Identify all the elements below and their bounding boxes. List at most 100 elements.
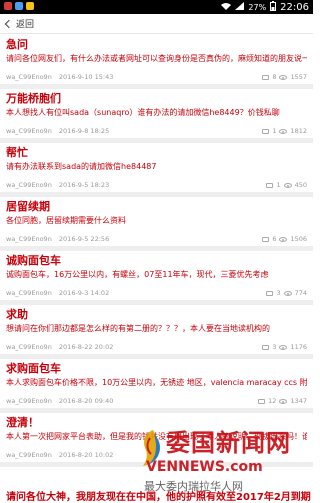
post-list: 急问 请问各位网友们，有什么办法或者网址可以查询身份是否真伪的，麻烦知道的朋友说… bbox=[0, 35, 313, 467]
system-icons: 27% 22:06 bbox=[221, 1, 309, 14]
post-time: 2016-9-5 22:56 bbox=[58, 235, 110, 243]
view-count: 1176 bbox=[290, 343, 307, 351]
comment-count: 1 bbox=[276, 181, 281, 189]
post-item[interactable]: 诚购面包车 诚购面包车，16万公里以内，有螺丝，07至11年车，现代，三菱优先考… bbox=[0, 251, 313, 305]
post-title: 急问 bbox=[6, 38, 28, 51]
post-time: 2016-9-5 18:23 bbox=[58, 181, 110, 189]
comment-count: 8 bbox=[272, 73, 277, 81]
post-author: wa_C99Eno9n bbox=[6, 451, 52, 459]
comment-icon bbox=[266, 291, 274, 296]
battery-icon bbox=[270, 1, 277, 14]
post-author: wa_C99Eno9n bbox=[6, 235, 52, 243]
post-item[interactable]: 帮忙 请有办法联系到sada的请加微信he84487 wa_C99Eno9n 2… bbox=[0, 143, 313, 197]
post-stats: 3 774 bbox=[266, 289, 307, 298]
post-meta: wa_C99Eno9n 2016-9-8 18:25 1 1812 bbox=[6, 127, 307, 136]
chevron-left-icon bbox=[4, 19, 14, 28]
comment-count: 1 bbox=[272, 127, 277, 135]
comment-icon bbox=[262, 345, 270, 350]
eye-icon bbox=[279, 129, 288, 134]
comment-count: 3 bbox=[272, 343, 277, 351]
comment-count: 3 bbox=[276, 289, 281, 297]
comment-icon bbox=[262, 129, 270, 134]
post-meta: wa_C99Eno9n 2016-9-5 18:23 1 450 bbox=[6, 181, 307, 190]
post-meta: wa_C99Eno9n 2016-9-10 15:43 8 1557 bbox=[6, 73, 307, 82]
post-excerpt: 本人想找人有位叫sada（sunaqro）谁有办法的请加微信he8449？价钱私… bbox=[6, 108, 280, 117]
post-stats: 1 450 bbox=[266, 181, 307, 190]
post-author: wa_C99Eno9n bbox=[6, 289, 52, 297]
eye-icon bbox=[283, 291, 292, 296]
comment-icon bbox=[266, 183, 274, 188]
post-excerpt: 本人求购面包车价格不限，10万公里以内，无锈迹 地区，valencia mara… bbox=[6, 378, 307, 387]
top-nav: 返回 bbox=[0, 14, 313, 34]
signal-icon bbox=[235, 2, 245, 13]
view-count: 1506 bbox=[290, 235, 307, 243]
post-author: wa_C99Eno9n bbox=[6, 343, 52, 351]
post-stats: 1 1812 bbox=[262, 127, 307, 136]
post-item[interactable]: 求购面包车 本人求购面包车价格不限，10万公里以内，无锈迹 地区，valenci… bbox=[0, 359, 313, 413]
back-button[interactable]: 返回 bbox=[4, 17, 34, 30]
post-time: 2016-8-22 20:02 bbox=[58, 343, 114, 351]
eye-icon bbox=[283, 183, 292, 188]
post-title: 澄清！ bbox=[6, 416, 39, 429]
post-time: 2016-8-20 09:40 bbox=[58, 397, 114, 405]
post-stats: 8 1557 bbox=[262, 73, 307, 82]
clock: 22:06 bbox=[280, 1, 309, 13]
post-meta: wa_C99Eno9n 2016-9-5 22:56 6 1506 bbox=[6, 235, 307, 244]
view-count: 774 bbox=[294, 289, 307, 297]
post-time: 2016-8-20 10:02 bbox=[58, 451, 114, 459]
post-item[interactable]: 居留续期 各位同胞，居留续期需要什么资料 wa_C99Eno9n 2016-9-… bbox=[0, 197, 313, 251]
post-title-partial[interactable]: 请问各位大神，我朋友现在在中国，他的护照有效至2017年2月到期 bbox=[6, 488, 311, 503]
comment-icon bbox=[258, 399, 266, 404]
post-stats: 3 1176 bbox=[262, 343, 307, 352]
comment-icon bbox=[262, 237, 270, 242]
view-count: 1557 bbox=[290, 73, 307, 81]
view-count: 1812 bbox=[290, 127, 307, 135]
back-label: 返回 bbox=[16, 20, 35, 30]
post-title: 万能桥胞们 bbox=[6, 92, 61, 105]
post-excerpt: 想请问在你们那边都是怎么样的有第二册的？？？，本人要在当地读机构的 bbox=[6, 324, 270, 333]
post-item[interactable]: 求助 想请问在你们那边都是怎么样的有第二册的？？？，本人要在当地读机构的 wa_… bbox=[0, 305, 313, 359]
post-excerpt: 诚购面包车，16万公里以内，有螺丝，07至11年车，现代，三菱优先考虑 bbox=[6, 270, 269, 279]
post-meta: wa_C99Eno9n 2016-9-3 14:02 3 774 bbox=[6, 289, 307, 298]
post-title: 求购面包车 bbox=[6, 362, 61, 375]
app-notification-icon bbox=[15, 2, 23, 10]
comment-count: 12 bbox=[268, 397, 277, 405]
eye-icon bbox=[279, 237, 288, 242]
app-notification-icon bbox=[26, 2, 34, 10]
post-time: 2016-9-8 18:25 bbox=[58, 127, 110, 135]
post-meta: wa_C99Eno9n 2016-8-22 20:02 3 1176 bbox=[6, 343, 307, 352]
post-title: 诚购面包车 bbox=[6, 254, 61, 267]
post-excerpt: 请有办法联系到sada的请加微信he84487 bbox=[6, 162, 157, 171]
battery-percent: 27% bbox=[248, 2, 267, 12]
post-stats: 6 1506 bbox=[262, 235, 307, 244]
wifi-icon bbox=[221, 2, 232, 13]
post-meta: wa_C99Eno9n 2016-8-20 10:02 bbox=[6, 451, 307, 460]
post-meta: wa_C99Eno9n 2016-8-20 09:40 12 1347 bbox=[6, 397, 307, 406]
post-author: wa_C99Eno9n bbox=[6, 73, 52, 81]
post-item[interactable]: 万能桥胞们 本人想找人有位叫sada（sunaqro）谁有办法的请加微信he84… bbox=[0, 89, 313, 143]
post-title: 居留续期 bbox=[6, 200, 50, 213]
eye-icon bbox=[279, 75, 288, 80]
post-time: 2016-9-10 15:43 bbox=[58, 73, 114, 81]
post-title: 帮忙 bbox=[6, 146, 28, 159]
post-author: wa_C99Eno9n bbox=[6, 397, 52, 405]
post-item[interactable]: 急问 请问各位网友们，有什么办法或者网址可以查询身份是否真伪的，麻烦知道的朋友说… bbox=[0, 35, 313, 89]
post-excerpt: 请问各位网友们，有什么办法或者网址可以查询身份是否真伪的，麻烦知道的朋友说一声 bbox=[6, 54, 307, 63]
post-author: wa_C99Eno9n bbox=[6, 181, 52, 189]
view-count: 450 bbox=[294, 181, 307, 189]
post-stats: 12 1347 bbox=[258, 397, 307, 406]
comment-count: 6 bbox=[272, 235, 277, 243]
post-excerpt: 本人第一次把网家平台表助，但是我的钱并没有用出现了本人的说明，现拔出来吗！谁第一… bbox=[6, 432, 307, 441]
eye-icon bbox=[279, 399, 288, 404]
post-author: wa_C99Eno9n bbox=[6, 127, 52, 135]
status-bar: 27% 22:06 bbox=[0, 0, 313, 14]
post-title: 求助 bbox=[6, 308, 28, 321]
app-notification-icon bbox=[4, 2, 12, 10]
post-item[interactable]: 澄清！ 本人第一次把网家平台表助，但是我的钱并没有用出现了本人的说明，现拔出来吗… bbox=[0, 413, 313, 467]
comment-icon bbox=[262, 75, 270, 80]
eye-icon bbox=[279, 345, 288, 350]
notification-icons bbox=[4, 2, 34, 10]
post-excerpt: 各位同胞，居留续期需要什么资料 bbox=[6, 216, 126, 225]
view-count: 1347 bbox=[290, 397, 307, 405]
post-time: 2016-9-3 14:02 bbox=[58, 289, 110, 297]
